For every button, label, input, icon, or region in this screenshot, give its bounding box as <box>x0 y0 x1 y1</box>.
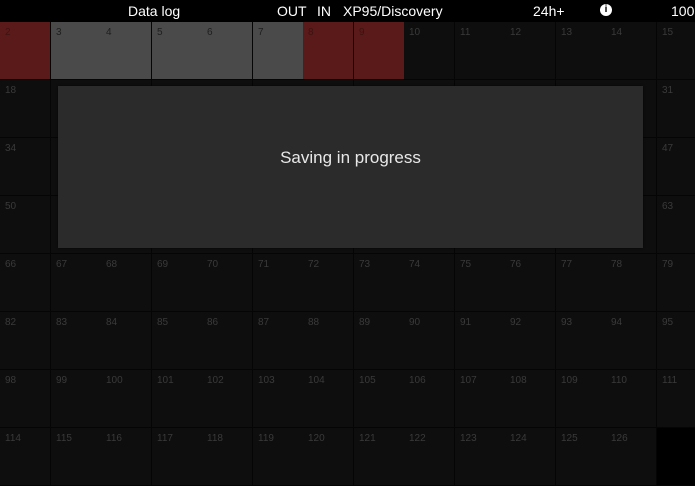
grid-cell[interactable]: 95 <box>657 312 695 370</box>
grid-cell[interactable]: 106 <box>404 370 455 428</box>
grid-cell[interactable]: 31 <box>657 80 695 138</box>
grid-cell[interactable]: 116 <box>101 428 152 486</box>
grid-cell[interactable]: 85 <box>152 312 203 370</box>
grid-cell[interactable]: 104 <box>303 370 354 428</box>
grid-cell[interactable]: 105 <box>354 370 405 428</box>
grid-cell[interactable]: 122 <box>404 428 455 486</box>
grid-cell[interactable]: 99 <box>51 370 102 428</box>
grid-cell[interactable]: 6 <box>202 22 253 80</box>
grid-cell[interactable]: 50 <box>0 196 51 254</box>
dialog-message: Saving in progress <box>280 148 421 167</box>
grid-cell[interactable]: 77 <box>556 254 607 312</box>
grid-cell[interactable]: 103 <box>253 370 304 428</box>
grid-cell[interactable]: 63 <box>657 196 695 254</box>
grid-cell[interactable]: 119 <box>253 428 304 486</box>
grid-cell[interactable]: 109 <box>556 370 607 428</box>
grid-cell[interactable]: 66 <box>0 254 51 312</box>
grid-cell[interactable]: 94 <box>606 312 657 370</box>
grid-cell[interactable]: 71 <box>253 254 304 312</box>
grid-cell[interactable]: 120 <box>303 428 354 486</box>
grid-cell[interactable]: 108 <box>505 370 556 428</box>
grid-cell[interactable]: 4 <box>101 22 152 80</box>
grid-cell[interactable]: 111 <box>657 370 695 428</box>
grid-cell[interactable]: 14 <box>606 22 657 80</box>
status-bar: Data log OUT IN XP95/Discovery 24h+ i 10… <box>0 0 695 22</box>
grid-cell[interactable]: 2 <box>0 22 51 80</box>
grid-cell[interactable]: 93 <box>556 312 607 370</box>
grid-cell[interactable]: 7 <box>253 22 304 80</box>
grid-cell[interactable]: 70 <box>202 254 253 312</box>
grid-cell[interactable]: 124 <box>505 428 556 486</box>
grid-cell[interactable]: 118 <box>202 428 253 486</box>
grid-cell[interactable]: 13 <box>556 22 607 80</box>
grid-cell[interactable]: 8 <box>303 22 354 80</box>
grid-cell[interactable]: 121 <box>354 428 405 486</box>
grid-cell[interactable]: 126 <box>606 428 657 486</box>
grid-cell[interactable]: 79 <box>657 254 695 312</box>
grid-cell[interactable]: 90 <box>404 312 455 370</box>
grid-cell[interactable]: 67 <box>51 254 102 312</box>
grid-cell[interactable]: 47 <box>657 138 695 196</box>
grid-cell[interactable]: 10 <box>404 22 455 80</box>
grid-cell[interactable]: 86 <box>202 312 253 370</box>
grid-cell[interactable]: 100 <box>101 370 152 428</box>
grid-cell[interactable]: 5 <box>152 22 203 80</box>
device-label: XP95/Discovery <box>343 3 443 19</box>
grid-cell[interactable]: 3 <box>51 22 102 80</box>
grid-cell[interactable]: 15 <box>657 22 695 80</box>
grid-cell[interactable]: 12 <box>505 22 556 80</box>
out-label: OUT <box>277 3 307 19</box>
grid-cell[interactable]: 125 <box>556 428 607 486</box>
grid-cell[interactable]: 114 <box>0 428 51 486</box>
grid-cell[interactable]: 18 <box>0 80 51 138</box>
grid-cell[interactable]: 87 <box>253 312 304 370</box>
grid-cell[interactable]: 101 <box>152 370 203 428</box>
duration-label: 24h+ <box>533 3 565 19</box>
grid-cell[interactable]: 75 <box>455 254 506 312</box>
grid-cell[interactable]: 89 <box>354 312 405 370</box>
saving-dialog: Saving in progress <box>58 86 643 248</box>
grid-cell[interactable]: 102 <box>202 370 253 428</box>
grid-cell[interactable]: 83 <box>51 312 102 370</box>
grid-cell[interactable]: 11 <box>455 22 506 80</box>
grid-cell[interactable]: 34 <box>0 138 51 196</box>
grid-cell[interactable]: 92 <box>505 312 556 370</box>
grid-cell[interactable]: 88 <box>303 312 354 370</box>
grid-cell[interactable]: 110 <box>606 370 657 428</box>
grid-cell[interactable]: 76 <box>505 254 556 312</box>
grid-cell[interactable]: 117 <box>152 428 203 486</box>
grid-cell[interactable]: 98 <box>0 370 51 428</box>
grid-cell[interactable]: 82 <box>0 312 51 370</box>
grid-cell[interactable]: 69 <box>152 254 203 312</box>
grid-cell[interactable]: 74 <box>404 254 455 312</box>
in-label: IN <box>317 3 331 19</box>
info-icon[interactable]: i <box>600 4 612 16</box>
grid-cell[interactable]: 73 <box>354 254 405 312</box>
grid-cell[interactable]: 84 <box>101 312 152 370</box>
grid-cell[interactable]: 115 <box>51 428 102 486</box>
value-label: 100 <box>671 3 695 19</box>
grid-cell[interactable]: 9 <box>354 22 405 80</box>
grid-cell[interactable]: 68 <box>101 254 152 312</box>
grid-cell[interactable]: 91 <box>455 312 506 370</box>
grid-cell[interactable]: 123 <box>455 428 506 486</box>
grid-cell[interactable]: 78 <box>606 254 657 312</box>
grid-cell[interactable]: 107 <box>455 370 506 428</box>
grid-cell[interactable]: 72 <box>303 254 354 312</box>
grid-cell[interactable] <box>657 428 695 486</box>
title-label: Data log <box>128 3 181 19</box>
